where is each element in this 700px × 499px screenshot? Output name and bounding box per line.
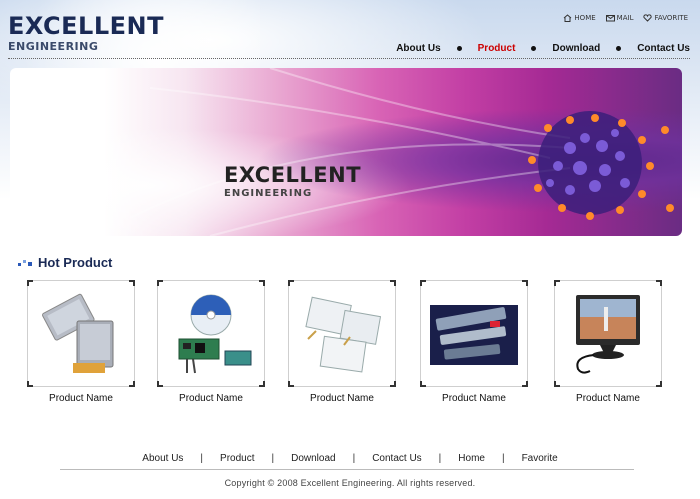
nav-contact-us[interactable]: Contact Us [637, 43, 690, 54]
product-name-5[interactable]: Product Name [554, 393, 662, 404]
product-name-4[interactable]: Product Name [420, 393, 528, 404]
hot-product-header: Hot Product [18, 255, 112, 270]
nav-about-us[interactable]: About Us [396, 43, 440, 54]
footer-link-product[interactable]: Product [220, 453, 254, 464]
home-icon [564, 14, 572, 22]
product-image-touch-screen-panels [305, 296, 382, 373]
logo-line2: ENGINEERING [8, 40, 99, 53]
footer-separator: | [438, 453, 442, 464]
nav-download[interactable]: Download [552, 43, 600, 54]
footer-nav: About Us | Product | Download | Contact … [0, 453, 700, 464]
footer-link-contact-us[interactable]: Contact Us [372, 453, 421, 464]
logo-line1: EXCELLENT [8, 12, 164, 40]
utility-favorite-label: FAVORITE [654, 14, 688, 22]
product-card-2[interactable] [157, 280, 265, 387]
footer-separator: | [501, 453, 505, 464]
hero-banner: EXCELLENT ENGINEERING [10, 68, 682, 236]
flower-image [129, 68, 674, 236]
product-image-lcd-display-panels [42, 293, 114, 373]
footer-link-favorite[interactable]: Favorite [522, 453, 558, 464]
heart-icon [643, 14, 653, 22]
banner-title-line2: ENGINEERING [224, 188, 313, 199]
banner-title-line1: EXCELLENT [224, 163, 362, 187]
product-card-5[interactable] [554, 280, 662, 387]
copyright-text: Copyright © 2008 Excellent Engineering. … [224, 478, 476, 488]
product-image-cd-and-circuit-board [178, 294, 252, 374]
footer-link-home[interactable]: Home [458, 453, 485, 464]
utility-home-link[interactable]: HOME [563, 14, 596, 22]
product-card-1[interactable] [27, 280, 135, 387]
utility-favorite-link[interactable]: FAVORITE [643, 14, 688, 22]
section-bullet-icon [18, 259, 32, 266]
nav-product[interactable]: Product [478, 43, 516, 54]
site-logo[interactable]: EXCELLENT ENGINEERING [8, 14, 164, 53]
product-image-electronic-modules [430, 305, 518, 365]
product-name-3[interactable]: Product Name [288, 393, 396, 404]
product-name-1[interactable]: Product Name [27, 393, 135, 404]
product-card-4[interactable] [420, 280, 528, 387]
utility-mail-link[interactable]: MAIL [605, 14, 634, 22]
footer-link-about-us[interactable]: About Us [142, 453, 183, 464]
nav-separator [456, 46, 462, 51]
product-card-3[interactable] [288, 280, 396, 387]
product-name-2[interactable]: Product Name [157, 393, 265, 404]
utility-links: HOME MAIL FAVORITE [563, 14, 688, 22]
nav-separator [616, 46, 622, 51]
hot-product-title: Hot Product [38, 255, 113, 270]
utility-mail-label: MAIL [616, 14, 634, 22]
footer-separator: | [271, 453, 275, 464]
utility-home-label: HOME [574, 14, 596, 22]
nav-divider [8, 58, 690, 59]
nav-separator [531, 46, 537, 51]
footer-divider [60, 469, 634, 470]
footer-separator: | [200, 453, 204, 464]
mail-icon [605, 15, 615, 22]
main-nav: About Us Product Download Contact Us [396, 43, 690, 54]
footer-link-download[interactable]: Download [291, 453, 335, 464]
product-image-lcd-monitor [576, 295, 640, 374]
banner-title: EXCELLENT ENGINEERING [224, 164, 361, 199]
footer-separator: | [352, 453, 356, 464]
